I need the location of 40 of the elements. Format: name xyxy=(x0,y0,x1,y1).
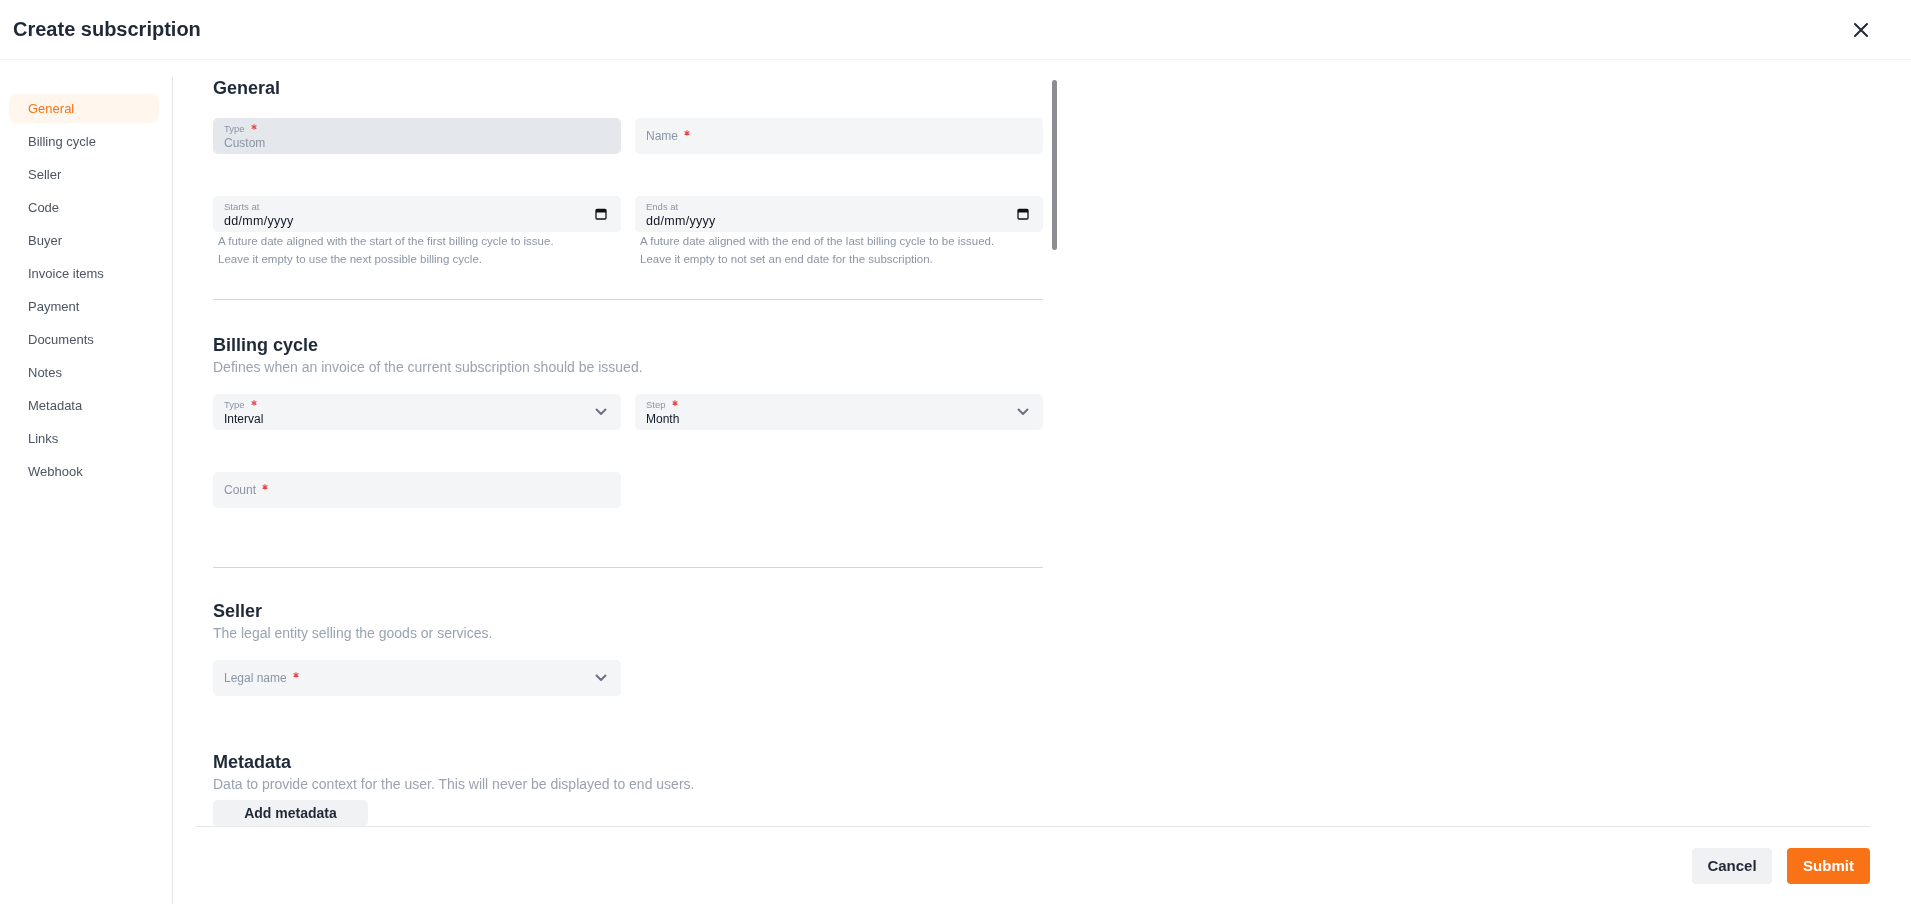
calendar-icon[interactable] xyxy=(1017,208,1029,220)
sidebar-item[interactable]: Documents xyxy=(9,325,159,354)
section-description: Defines when an invoice of the current subscription should be issued. xyxy=(213,359,644,375)
date-field[interactable]: Ends at dd/mm/yyyy xyxy=(635,196,1043,232)
sidebar-item[interactable]: Code xyxy=(9,193,159,222)
scrollbar-thumb[interactable] xyxy=(1052,80,1057,250)
sidebar-item[interactable]: Buyer xyxy=(9,226,159,255)
sidebar-item[interactable]: Payment xyxy=(9,292,159,321)
sidebar-item[interactable]: Seller xyxy=(9,160,159,189)
section-description: The legal entity selling the goods or services. xyxy=(213,625,494,641)
required-icon xyxy=(671,399,678,406)
date-field[interactable]: Starts at dd/mm/yyyy xyxy=(213,196,621,232)
chevron-down-icon xyxy=(1017,408,1029,416)
chevron-down-icon xyxy=(595,408,607,416)
section-heading: General xyxy=(213,77,282,99)
section-heading: Metadata xyxy=(213,751,293,773)
field-hint: A future date aligned with the end of the last billing cycle to be issued. Leave it empty to not set an end date for the subscription. xyxy=(640,234,996,267)
section-heading: Seller xyxy=(213,600,264,622)
sidebar-item[interactable]: Notes xyxy=(9,358,159,387)
sidebar-item[interactable]: Metadata xyxy=(9,391,159,420)
dialog-title: Create subscription xyxy=(13,18,201,41)
section-description: Data to provide context for the user. This will never be displayed to end users. xyxy=(213,776,696,792)
close-icon[interactable] xyxy=(1853,21,1869,38)
section-heading: Billing cycle xyxy=(213,334,320,356)
required-icon xyxy=(292,672,299,678)
required-icon xyxy=(684,130,690,136)
sidebar-item[interactable]: Invoice items xyxy=(9,259,159,288)
add-metadata-button[interactable]: Add metadata xyxy=(213,800,368,826)
calendar-icon[interactable] xyxy=(595,208,607,220)
select-field[interactable]: Step Month xyxy=(635,394,1043,430)
required-icon xyxy=(250,123,257,130)
sidebar-item[interactable]: Billing cycle xyxy=(9,127,159,156)
chevron-down-icon xyxy=(595,674,607,682)
sidebar-item[interactable]: Webhook xyxy=(9,457,159,486)
cancel-button[interactable]: Cancel xyxy=(1692,847,1772,884)
required-icon xyxy=(250,399,257,406)
sidebar-item[interactable]: Links xyxy=(9,424,159,453)
select-field[interactable]: Type Interval xyxy=(213,394,621,430)
required-icon xyxy=(262,484,269,490)
field-hint: A future date aligned with the start of the first billing cycle to issue. Leave it empty to use the next possible billing cycle. xyxy=(218,234,555,267)
